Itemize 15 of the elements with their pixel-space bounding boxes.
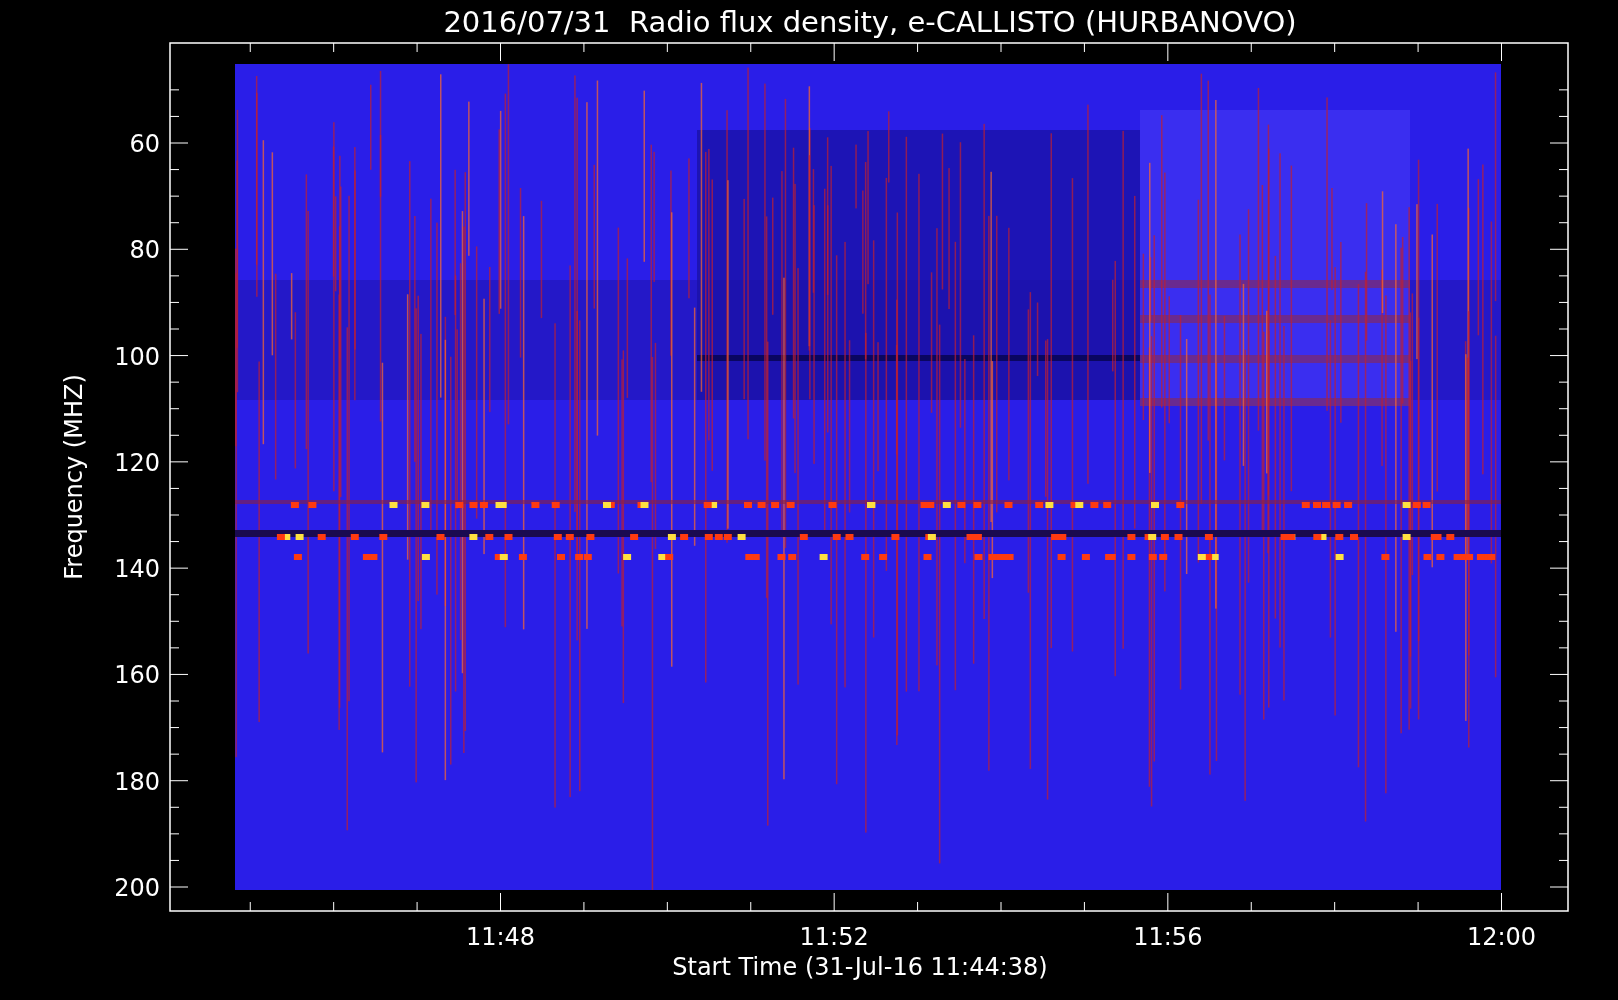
x-axis-label: Start Time (31-Jul-16 11:44:38) [672,953,1048,981]
y-axis-label: Frequency (MHZ) [60,374,88,580]
x-tick-label: 11:56 [1133,923,1203,951]
y-tick-label: 80 [129,236,160,265]
y-tick-label: 160 [114,661,160,690]
x-tick-label: 11:52 [799,923,869,951]
chart-title: 2016/07/31 Radio flux density, e-CALLISTO (HURBANOVO) [443,5,1297,39]
y-tick-label: 120 [114,448,160,477]
y-tick-label: 100 [114,342,160,371]
y-tick-label: 140 [114,555,160,584]
y-tick-label: 180 [114,767,160,796]
y-tick-label: 200 [114,874,160,902]
x-tick-label: 12:00 [1466,923,1537,951]
x-tick-label: 11:48 [465,923,536,951]
y-tick-label: 60 [129,130,160,158]
